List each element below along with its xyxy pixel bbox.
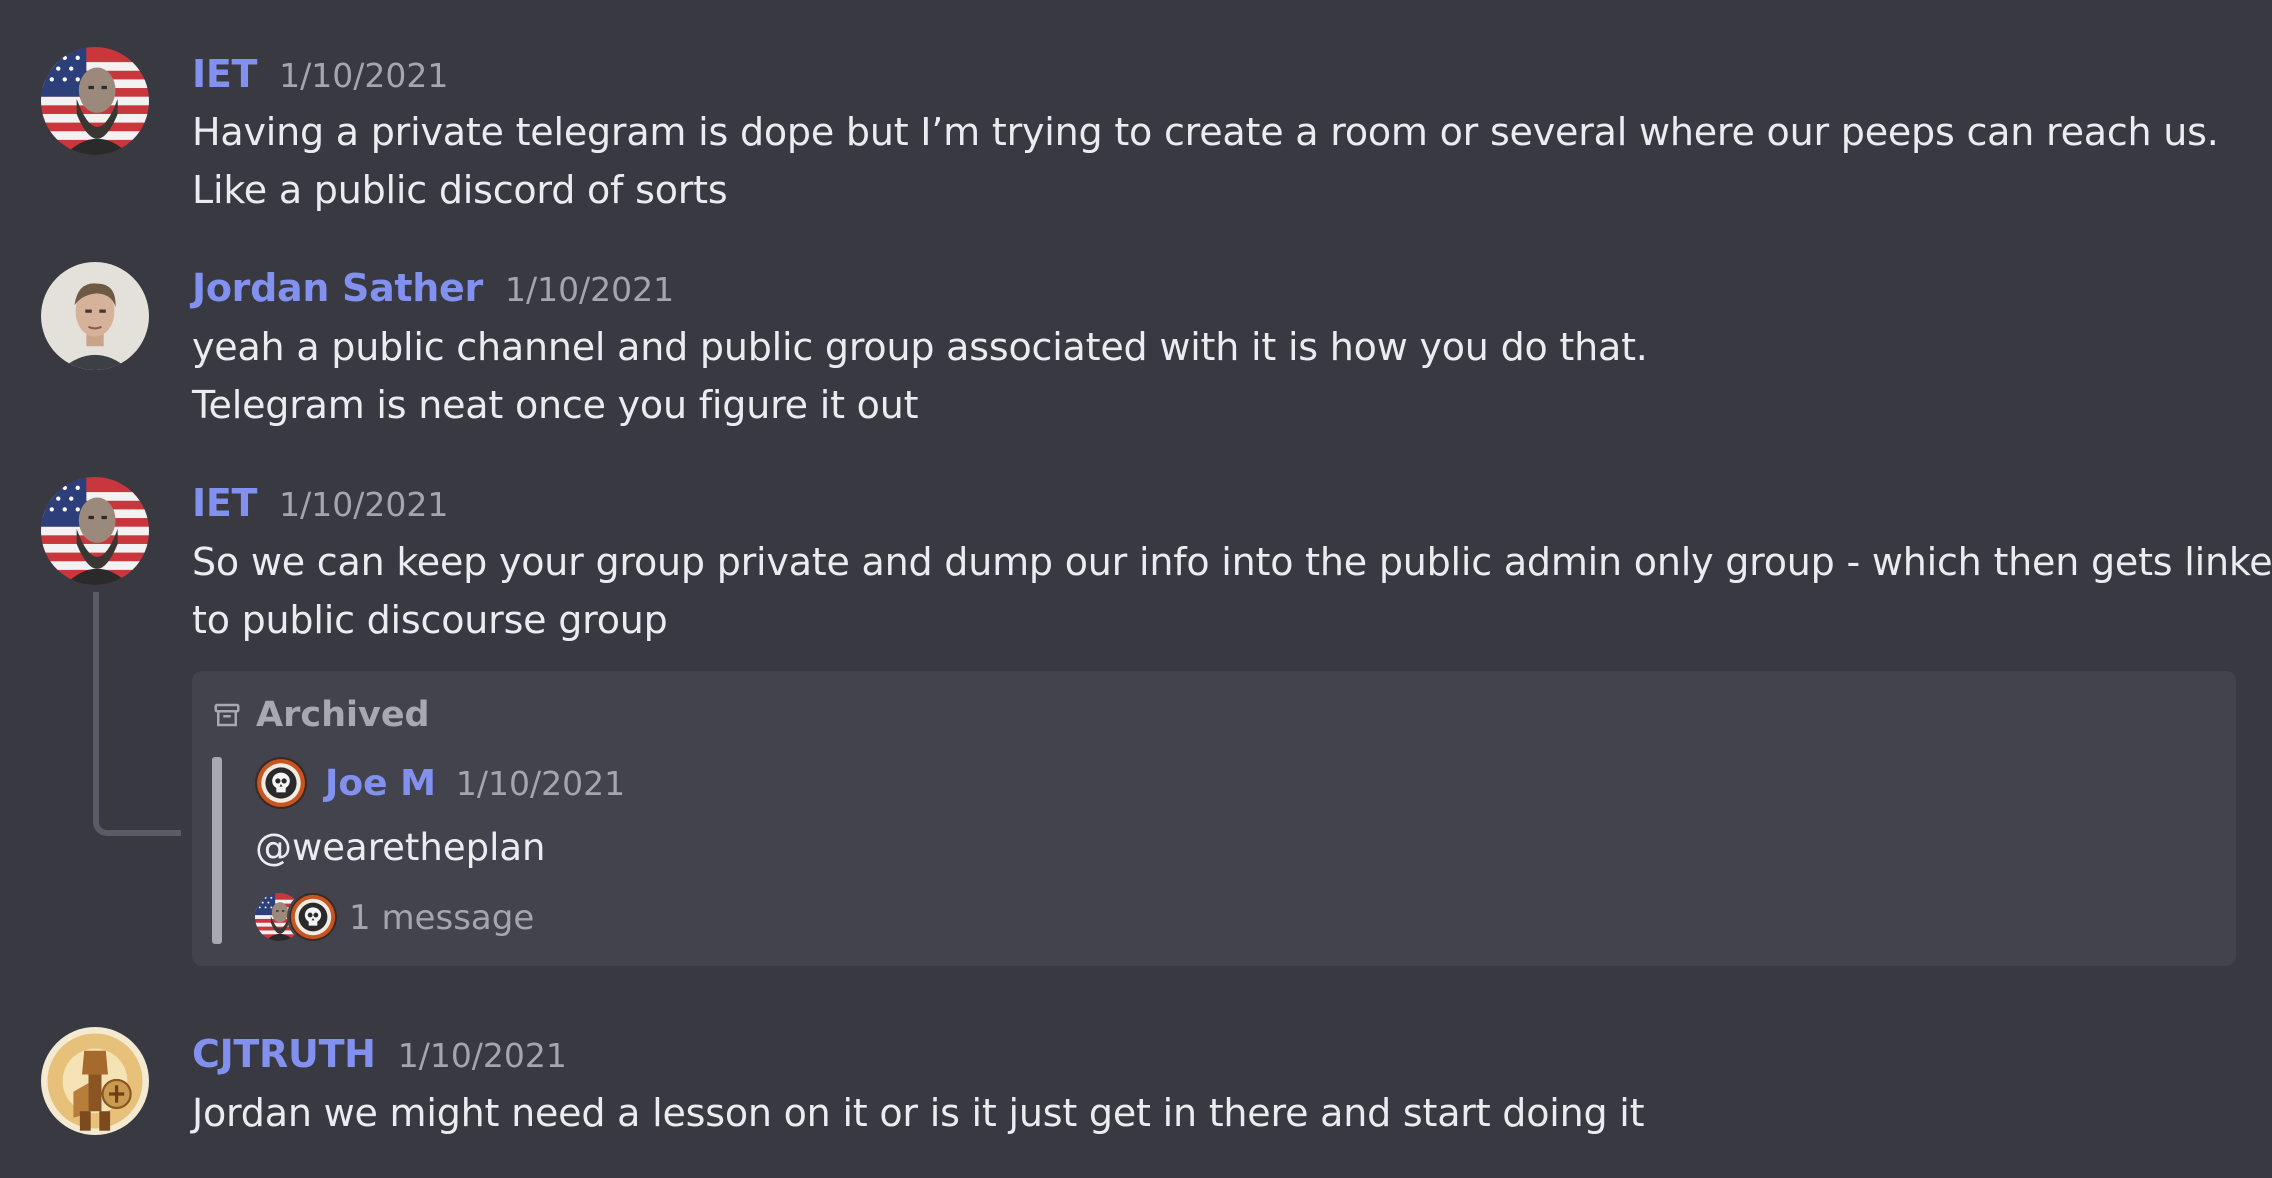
message-timestamp: 1/10/2021 [504, 270, 675, 309]
user-avatar[interactable] [41, 477, 149, 585]
thread-message-header: Joe M 1/10/2021 [255, 757, 625, 809]
message-text-line: Like a public discord of sorts [192, 168, 728, 212]
thread-timestamp: 1/10/2021 [455, 763, 626, 803]
message-text-line: yeah a public channel and public group a… [192, 325, 1648, 369]
thread-card[interactable]: Archived Joe M 1/10/2021 @wearetheplan 1… [192, 671, 2236, 966]
message-timestamp: 1/10/2021 [397, 1036, 567, 1075]
message-text-line: Jordan we might need a lesson on it or i… [192, 1091, 1645, 1135]
message-header: IET 1/10/2021 [192, 481, 448, 525]
thread-message-count[interactable]: 1 message [349, 898, 534, 938]
message-header: Jordan Sather 1/10/2021 [192, 266, 674, 310]
archive-icon [214, 703, 240, 727]
portrait-avatar [41, 262, 149, 370]
thread-message-text: @wearetheplan [255, 826, 546, 869]
message-text-line: to public discourse group [192, 598, 668, 642]
author-name[interactable]: Jordan Sather [192, 266, 483, 310]
thread-status: Archived [212, 695, 430, 735]
thread-footer[interactable]: 1 message [255, 891, 534, 943]
thread-quote-bar [212, 757, 222, 944]
author-name[interactable]: IET [192, 52, 257, 96]
message-timestamp: 1/10/2021 [279, 485, 449, 524]
thread-status-label: Archived [256, 695, 430, 735]
message-header: IET 1/10/2021 [192, 52, 448, 96]
message-header: CJTRUTH 1/10/2021 [192, 1032, 567, 1076]
author-name[interactable]: CJTRUTH [192, 1032, 376, 1076]
thread-author-avatar[interactable] [255, 757, 307, 809]
message-timestamp: 1/10/2021 [279, 56, 449, 95]
participant-avatar [287, 891, 339, 943]
knight-avatar [41, 1027, 149, 1135]
skull-badge-avatar [289, 893, 337, 941]
participant-avatars [255, 891, 345, 943]
thread-connector-line [93, 592, 181, 836]
author-name[interactable]: IET [192, 481, 257, 525]
skull-badge-avatar [255, 757, 307, 809]
message-text-line: So we can keep your group private and du… [192, 540, 2272, 584]
flag-portrait-avatar [41, 477, 149, 585]
user-avatar[interactable] [41, 1027, 149, 1135]
message-text-line: Having a private telegram is dope but I’… [192, 110, 2219, 154]
thread-author-name[interactable]: Joe M [325, 763, 436, 804]
message-text-line: Telegram is neat once you figure it out [192, 383, 919, 427]
user-avatar[interactable] [41, 262, 149, 370]
user-avatar[interactable] [41, 47, 149, 155]
flag-portrait-avatar [41, 47, 149, 155]
